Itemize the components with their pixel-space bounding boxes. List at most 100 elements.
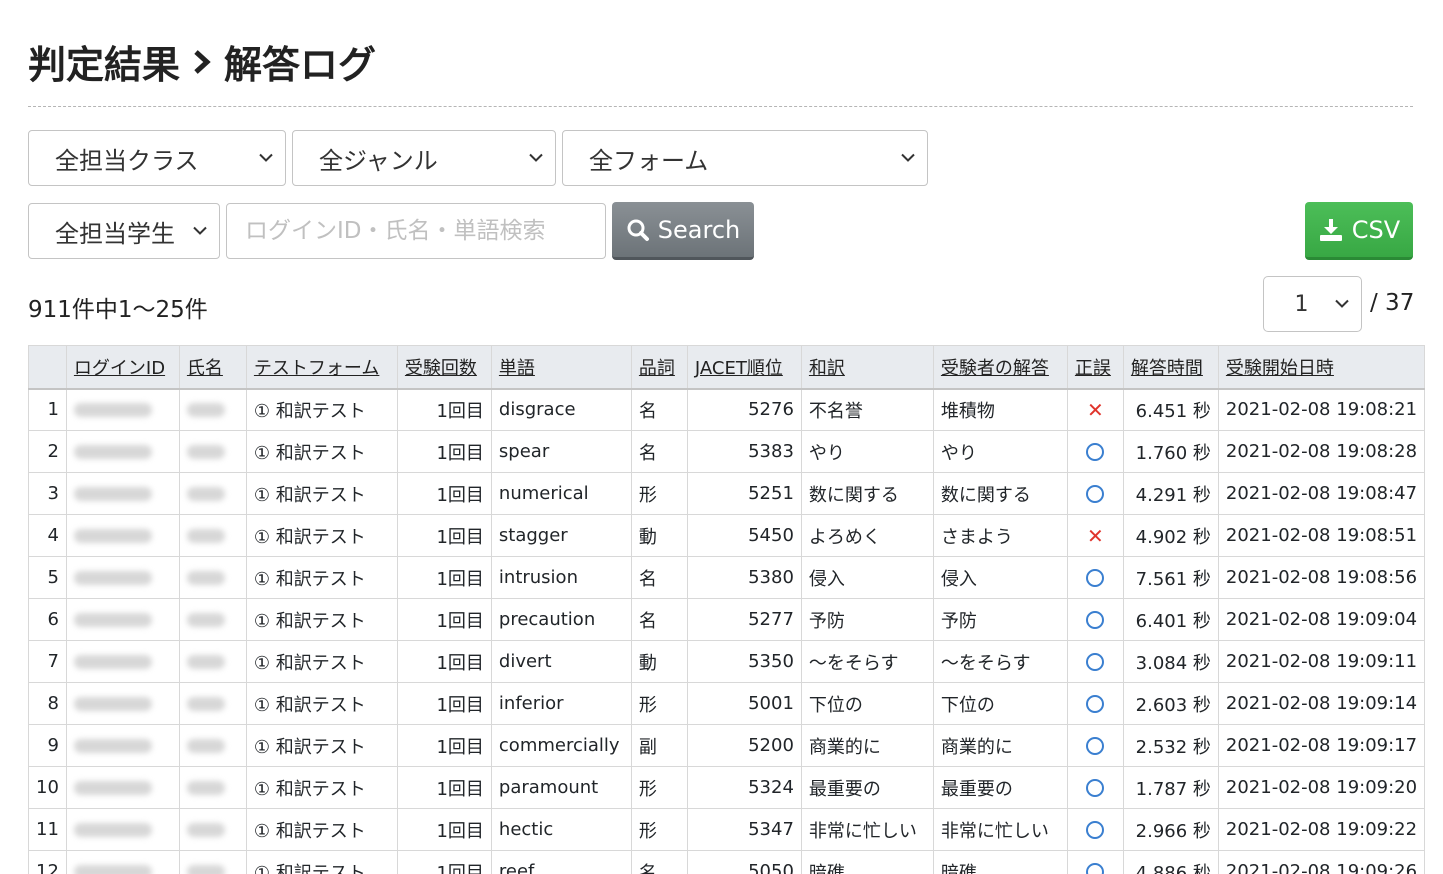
row-index: 5 [28,556,67,599]
word-cell: precaution [490,598,632,641]
search-button-label: Search [657,215,741,244]
word-cell: hectic [490,808,632,851]
name-cell [178,808,247,851]
form-select-value: 全フォーム [589,146,709,175]
login-id-cell [65,808,180,851]
correct-cell: ✕ [1066,514,1124,557]
header-start-datetime[interactable]: 受験開始日時 [1217,345,1426,390]
table-row: 3① 和訳テスト 1回目 numerical 形 5251 数に関する 数に関する 4.291… [28,472,1426,515]
correct-circle-icon [1086,821,1105,839]
start-datetime-cell: 2021-02-08 19:09:17 [1217,724,1426,767]
jacet-rank-cell: 5251 [686,472,802,515]
attempt-cell: 1回目 [396,850,492,874]
row-index: 8 [28,682,67,725]
header-jacet-rank[interactable]: JACET順位 [686,345,802,390]
start-datetime-cell: 2021-02-08 19:09:26 [1217,850,1426,874]
header-correct[interactable]: 正誤 [1066,345,1124,390]
page-select[interactable]: 1 [1263,276,1362,332]
header-translation[interactable]: 和訳 [800,345,934,390]
answer-time-cell: 6.451 秒 [1122,388,1219,431]
blurred-name [186,613,225,627]
search-input[interactable] [226,203,606,259]
jacet-rank-cell: 5324 [686,766,802,809]
attempt-cell: 1回目 [396,556,492,599]
class-select-value: 全担当クラス [55,146,199,175]
header-word[interactable]: 単語 [490,345,632,390]
table-row: 12 ① 和訳テスト 1回目 reef 名 5050 暗礁 暗礁 4.886 秒 2021-02-… [28,850,1426,874]
class-select[interactable]: 全担当クラス [28,130,286,186]
correct-circle-icon [1086,611,1105,629]
pos-cell: 名 [630,850,688,874]
login-id-cell [65,724,180,767]
blurred-login-id [73,529,152,543]
translation-cell: 数に関する [800,472,934,515]
header-answer-time[interactable]: 解答時間 [1122,345,1219,390]
blurred-name [186,655,225,669]
search-button[interactable]: Search [612,202,754,260]
correct-circle-icon [1086,695,1105,713]
student-select-value: 全担当学生 [55,219,175,248]
correct-circle-icon [1086,653,1105,671]
table-row: 2① 和訳テスト 1回目 spear 名 5383 やり やり 1.760 秒 2021-02-… [28,430,1426,473]
header-pos[interactable]: 品詞 [630,345,688,390]
page-title: 判定結果 解答ログ [28,34,376,89]
header-attempt[interactable]: 受験回数 [396,345,492,390]
form-select[interactable]: 全フォーム [562,130,928,186]
word-cell: stagger [490,514,632,557]
correct-cell [1066,682,1124,725]
blurred-login-id [73,571,152,585]
table-row: 7① 和訳テスト 1回目 divert 動 5350 〜をそらす 〜をそらす 3.084 秒2… [28,640,1426,683]
attempt-cell: 1回目 [396,430,492,473]
jacet-rank-cell: 5350 [686,640,802,683]
row-index: 11 [28,808,67,851]
login-id-cell [65,682,180,725]
blurred-name [186,529,225,543]
correct-cell [1066,430,1124,473]
test-form-cell: ① 和訳テスト [245,640,398,683]
translation-cell: 下位の [800,682,934,725]
jacet-rank-cell: 5383 [686,430,802,473]
name-cell [178,640,247,683]
pos-cell: 名 [630,388,688,431]
blurred-login-id [73,655,152,669]
incorrect-x-icon: ✕ [1087,523,1104,548]
correct-circle-icon [1086,443,1105,461]
word-cell: disgrace [490,388,632,431]
blurred-name [186,697,225,711]
header-answer[interactable]: 受験者の解答 [932,345,1068,390]
chevron-right-icon [192,40,212,84]
answer-cell: 侵入 [932,556,1068,599]
chevron-down-icon [193,226,207,235]
jacet-rank-cell: 5380 [686,556,802,599]
row-index: 10 [28,766,67,809]
blurred-name [186,781,225,795]
header-name[interactable]: 氏名 [178,345,247,390]
pos-cell: 名 [630,430,688,473]
csv-download-button[interactable]: CSV [1305,202,1413,260]
blurred-login-id [73,781,152,795]
jacet-rank-cell: 5050 [686,850,802,874]
breadcrumb-parent[interactable]: 判定結果 [28,34,180,89]
answer-time-cell: 3.084 秒 [1122,640,1219,683]
start-datetime-cell: 2021-02-08 19:08:28 [1217,430,1426,473]
header-login-id[interactable]: ログインID [65,345,180,390]
genre-select[interactable]: 全ジャンル [292,130,556,186]
blurred-name [186,865,225,874]
pos-cell: 形 [630,808,688,851]
blurred-login-id [73,445,152,459]
header-index [28,345,67,390]
answer-log-table: ログインID 氏名 テストフォーム 受験回数 単語 品詞 JACET順位 和訳 … [28,345,1426,874]
student-select[interactable]: 全担当学生 [28,203,220,259]
row-index: 1 [28,388,67,431]
pos-cell: 副 [630,724,688,767]
answer-time-cell: 7.561 秒 [1122,556,1219,599]
start-datetime-cell: 2021-02-08 19:08:51 [1217,514,1426,557]
test-form-cell: ① 和訳テスト [245,766,398,809]
attempt-cell: 1回目 [396,514,492,557]
header-test-form[interactable]: テストフォーム [245,345,398,390]
correct-cell: ✕ [1066,388,1124,431]
table-row: 1 ① 和訳テスト 1回目 disgrace 名 5276 不名誉 堆積物 ✕ 6.451 秒 20… [28,388,1426,431]
answer-time-cell: 4.291 秒 [1122,472,1219,515]
name-cell [178,766,247,809]
login-id-cell [65,598,180,641]
